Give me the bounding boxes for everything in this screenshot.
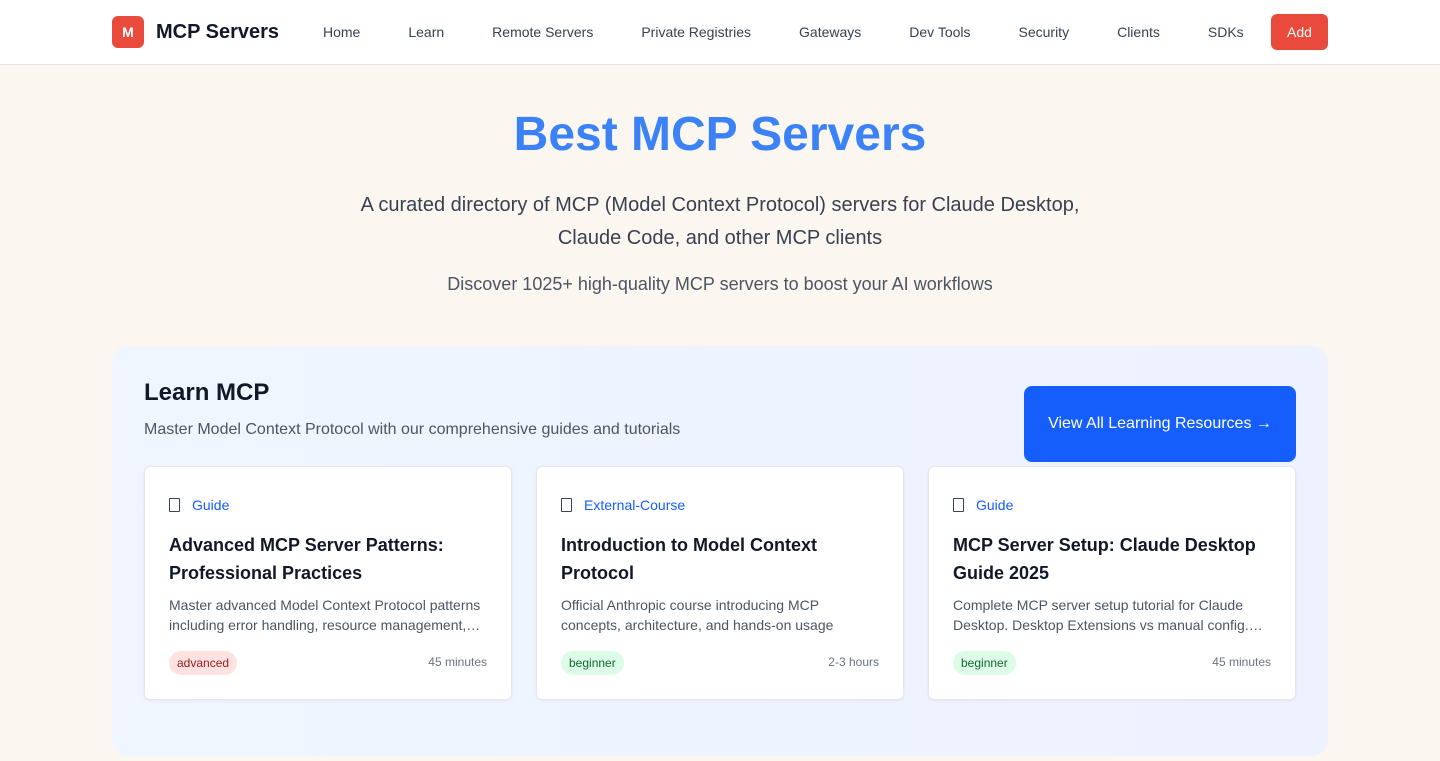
nav-learn[interactable]: Learn (384, 14, 468, 50)
view-all-learning-button[interactable]: View All Learning Resources → (1024, 386, 1296, 462)
nav-home[interactable]: Home (299, 14, 384, 50)
card-title: Introduction to Model Context Protocol (561, 535, 817, 583)
nav-sdks[interactable]: SDKs (1184, 14, 1268, 50)
level-badge: beginner (953, 651, 1016, 675)
card-description: Master advanced Model Context Protocol p… (169, 597, 481, 633)
card-duration: 45 minutes (428, 655, 487, 669)
nav-clients[interactable]: Clients (1093, 14, 1184, 50)
document-icon (561, 498, 572, 512)
document-icon (169, 498, 180, 512)
add-server-button[interactable]: Add (1271, 14, 1328, 50)
card-type-label: Guide (192, 497, 230, 513)
learn-section-title: Learn MCP (144, 379, 270, 406)
logo-badge-icon: M (112, 16, 144, 48)
top-navigation-bar: M MCP Servers Home Learn Remote Servers … (0, 0, 1440, 65)
level-badge: advanced (169, 651, 238, 675)
nav-remote-servers[interactable]: Remote Servers (468, 14, 617, 50)
nav-dev-tools[interactable]: Dev Tools (885, 14, 994, 50)
card-type: Guide (169, 497, 229, 513)
main-nav: Home Learn Remote Servers Private Regist… (299, 14, 1268, 50)
card-description: Official Anthropic course introducing MC… (561, 597, 834, 633)
card-type-label: External-Course (584, 497, 686, 513)
learn-mcp-section: Learn MCP Master Model Context Protocol … (112, 346, 1328, 756)
nav-private-registries[interactable]: Private Registries (617, 14, 775, 50)
learning-card[interactable]: External-Course Introduction to Model Co… (536, 466, 904, 700)
site-name: MCP Servers (156, 20, 280, 43)
learning-card[interactable]: Guide MCP Server Setup: Claude Desktop G… (928, 466, 1296, 700)
card-type-label: Guide (976, 497, 1014, 513)
learning-card[interactable]: Guide Advanced MCP Server Patterns: Prof… (144, 466, 512, 700)
nav-gateways[interactable]: Gateways (775, 14, 885, 50)
hero-description: A curated directory of MCP (Model Contex… (360, 194, 1080, 249)
hero-subtitle: Discover 1025+ high-quality MCP servers … (447, 274, 993, 294)
nav-security[interactable]: Security (995, 14, 1094, 50)
card-title: Advanced MCP Server Patterns: Profession… (169, 535, 444, 583)
card-description: Complete MCP server setup tutorial for C… (953, 597, 1249, 633)
card-duration: 2-3 hours (828, 655, 879, 669)
site-logo-link[interactable]: M MCP Servers (112, 16, 279, 48)
card-type: External-Course (561, 497, 685, 513)
hero-title: Best MCP Servers (513, 108, 927, 161)
card-title: MCP Server Setup: Claude Desktop Guide 2… (953, 535, 1256, 583)
card-type: Guide (953, 497, 1013, 513)
card-duration: 45 minutes (1212, 655, 1271, 669)
learn-section-subtitle: Master Model Context Protocol with our c… (144, 421, 681, 438)
level-badge: beginner (561, 651, 624, 675)
document-icon (953, 498, 964, 512)
